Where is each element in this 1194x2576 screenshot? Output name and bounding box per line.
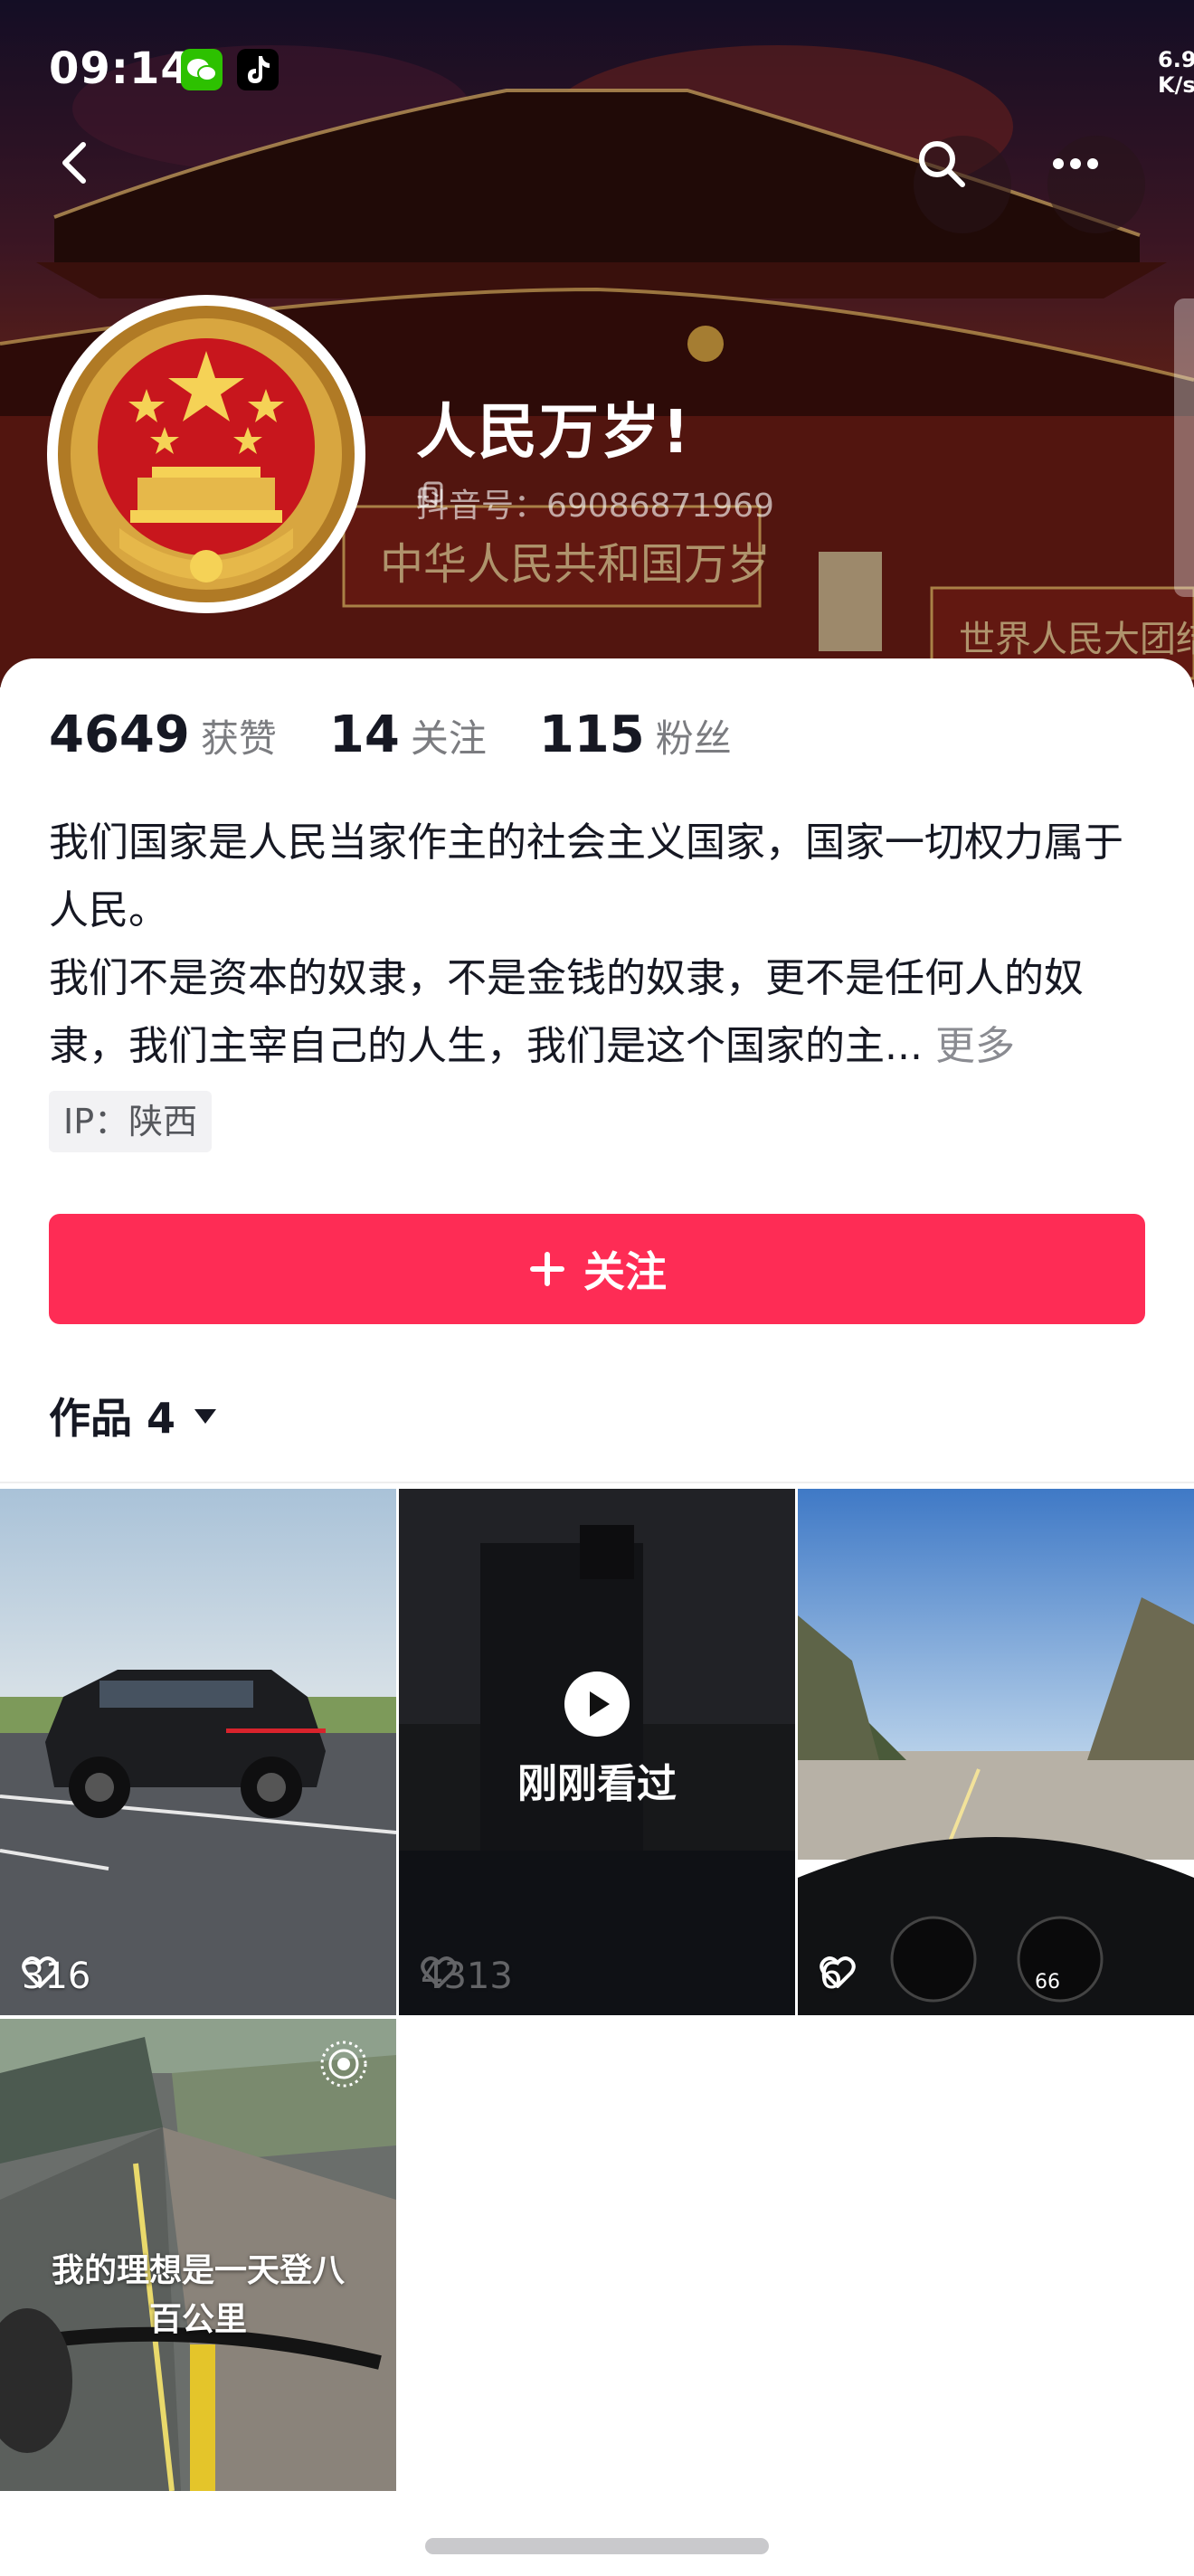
stat-following-label: 关注 xyxy=(410,716,487,761)
video-thumbnail-3[interactable]: 66 6 xyxy=(798,1489,1194,2015)
more-dots-icon xyxy=(1053,158,1098,169)
copy-icon[interactable] xyxy=(416,479,447,510)
bio-line-2: 我们不是资本的奴隶，不是金钱的奴隶，更不是任何人的奴隶，我们主宰自己的人生，我们… xyxy=(49,955,1084,1069)
just-watched-label: 刚刚看过 xyxy=(517,1761,677,1807)
stat-likes-label: 获赞 xyxy=(200,716,277,761)
douyin-id-text: 抖音号：69086871969 xyxy=(416,488,774,525)
live-photo-icon xyxy=(320,2041,367,2088)
divider xyxy=(0,1482,1194,1483)
video-4-caption: 我的理想是一天登八百公里 xyxy=(51,2252,345,2338)
back-button[interactable] xyxy=(49,136,147,233)
wechat-notification-icon xyxy=(181,49,223,90)
stat-following[interactable]: 14 关注 xyxy=(329,706,487,764)
profile-nickname: 人民万岁! xyxy=(416,397,692,467)
home-indicator[interactable] xyxy=(425,2538,769,2554)
profile-bio[interactable]: 我们国家是人民当家作主的社会主义国家，国家一切权力属于人民。 我们不是资本的奴隶… xyxy=(49,809,1143,1080)
plus-icon xyxy=(530,1252,564,1286)
tab-works-label: 作品 4 xyxy=(49,1394,176,1443)
video-2-likes: 4313 xyxy=(421,1956,513,1997)
bio-line-1: 我们国家是人民当家作主的社会主义国家，国家一切权力属于人民。 xyxy=(49,819,1123,933)
chevron-left-icon xyxy=(62,142,86,184)
heart-icon xyxy=(820,1956,856,1988)
bio-more-link[interactable]: 更多 xyxy=(935,1023,1015,1069)
follow-button-label: 关注 xyxy=(583,1247,667,1296)
stat-followers[interactable]: 115 粉丝 xyxy=(539,706,732,764)
tab-works[interactable]: 作品 4 xyxy=(49,1386,219,1445)
profile-banner: 中华人民共和国万岁 世界人民大团结 09:14 6.9 K/s 人民万岁! 抖音… xyxy=(0,0,1194,687)
stat-following-value: 14 xyxy=(328,706,400,764)
stats-row: 4649 获赞 14 关注 115 粉丝 xyxy=(49,706,784,764)
video-3-likes: 6 xyxy=(820,1956,856,1997)
douyin-id[interactable]: 抖音号：69086871969 xyxy=(416,479,774,526)
status-time: 09:14 xyxy=(49,43,192,94)
more-options-button[interactable] xyxy=(1047,136,1145,233)
video-thumbnail-4[interactable]: 我的理想是一天登八百公里 xyxy=(0,2019,396,2491)
side-pull-indicator xyxy=(1174,298,1194,597)
heart-icon xyxy=(421,1956,457,1988)
douyin-notification-icon xyxy=(237,49,279,90)
status-bar: 09:14 6.9 K/s 5A xyxy=(0,36,1194,109)
video-thumbnail-1[interactable]: 316 xyxy=(0,1489,396,2015)
follow-button[interactable]: 关注 xyxy=(49,1214,1145,1324)
ip-location-tag: IP：陕西 xyxy=(49,1091,213,1152)
net-speed-value: 6.9 xyxy=(1158,47,1194,72)
stat-followers-label: 粉丝 xyxy=(655,716,732,761)
stat-followers-value: 115 xyxy=(538,706,645,764)
caret-down-icon xyxy=(194,1409,217,1424)
play-icon xyxy=(564,1672,630,1737)
avatar[interactable] xyxy=(47,295,365,613)
suv-highway-image xyxy=(0,1489,396,2015)
stat-likes-value: 4649 xyxy=(49,706,190,764)
search-icon xyxy=(919,141,965,187)
video-1-likes: 316 xyxy=(22,1956,90,1997)
heart-icon xyxy=(22,1956,58,1988)
net-speed-unit: K/s xyxy=(1158,72,1194,98)
svg-text:66: 66 xyxy=(1035,1971,1060,1994)
stat-likes[interactable]: 4649 获赞 xyxy=(49,706,277,764)
national-emblem-avatar-image xyxy=(52,300,360,608)
windshield-road-image: 66 xyxy=(798,1489,1194,2015)
video-thumbnail-2[interactable]: 刚刚看过 4313 xyxy=(399,1489,795,2015)
search-button[interactable] xyxy=(914,136,1011,233)
